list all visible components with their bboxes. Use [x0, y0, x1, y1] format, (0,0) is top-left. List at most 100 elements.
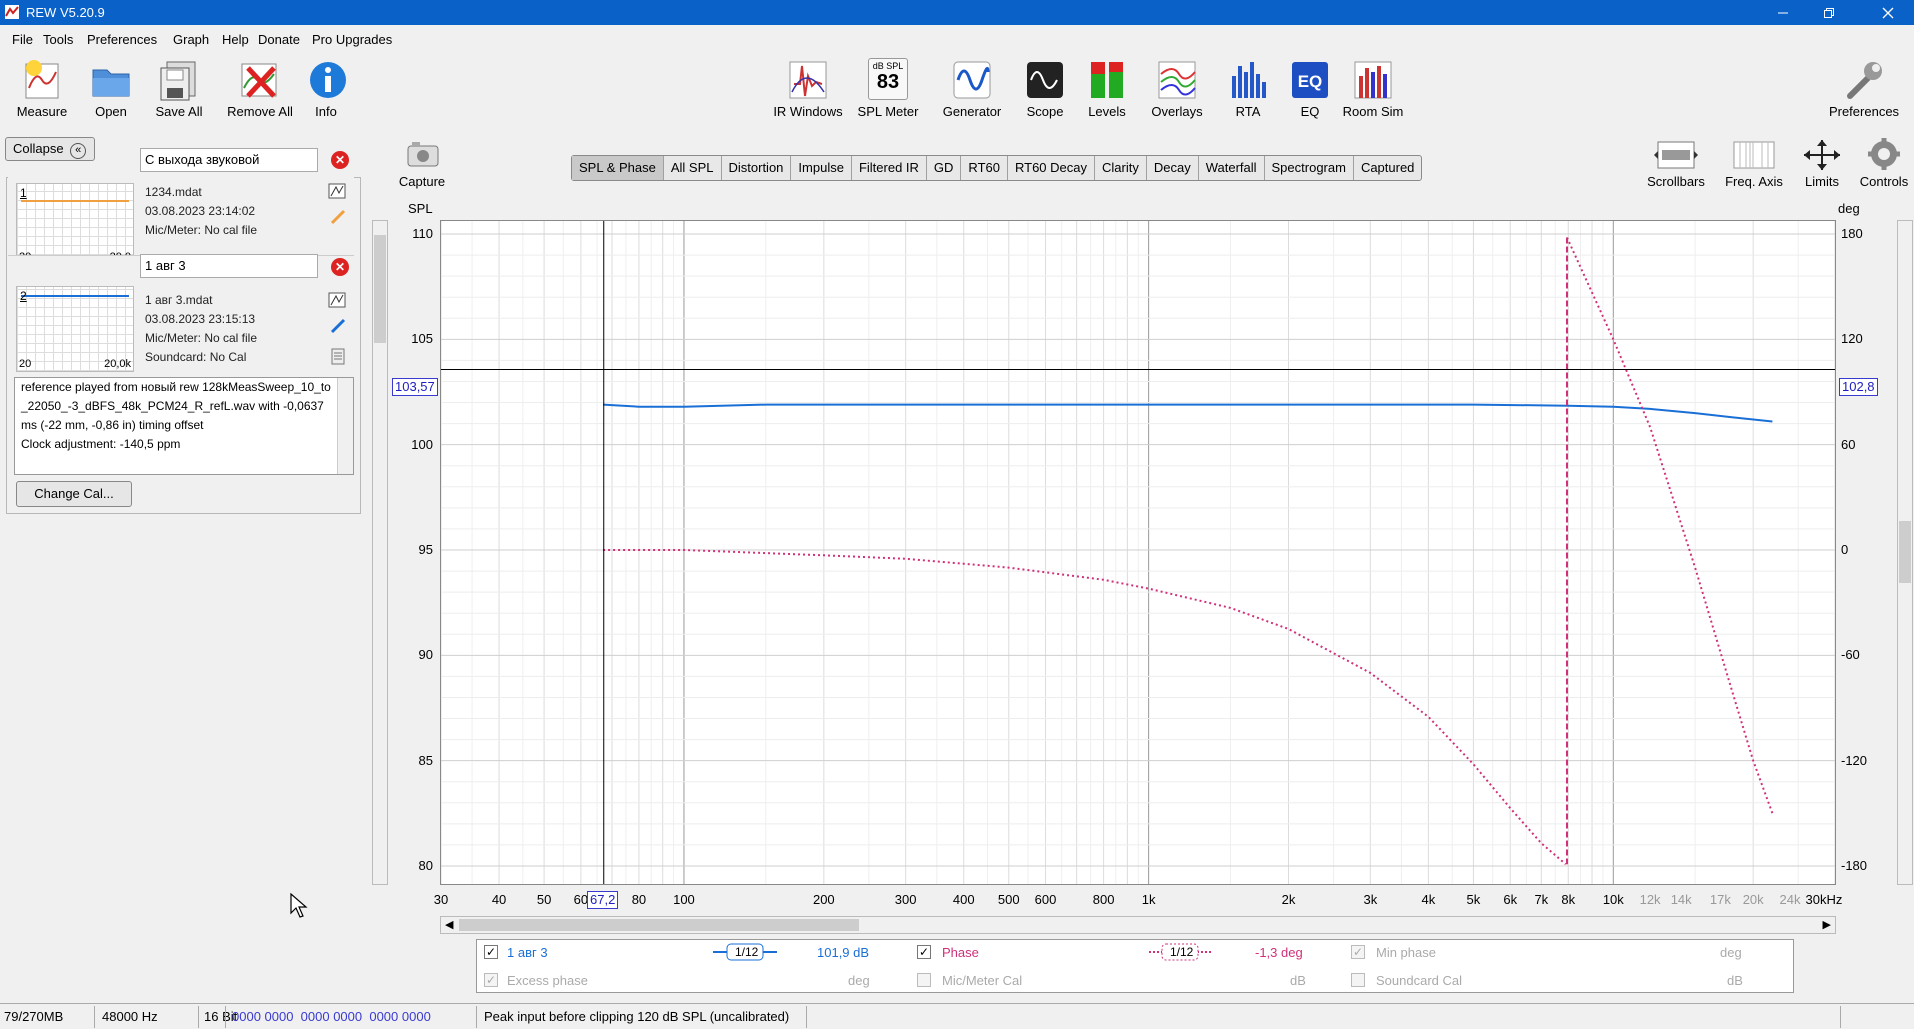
status-input-levels: 0000 0000 0000 0000 0000 0000	[232, 1009, 431, 1024]
spl-phase-graph[interactable]	[440, 191, 1836, 885]
rta-button[interactable]: RTA	[1226, 58, 1270, 119]
menu-help[interactable]: Help	[222, 32, 249, 47]
measurement-color-pen-icon-1[interactable]	[330, 209, 346, 225]
horizontal-scroll-thumb[interactable]	[459, 919, 859, 931]
measurement-info-icon-2[interactable]	[328, 291, 346, 309]
right-scroll-thumb[interactable]	[1899, 521, 1911, 583]
remove-all-button[interactable]: Remove All	[222, 58, 298, 119]
measurement-date-1: 03.08.2023 23:14:02	[145, 204, 256, 218]
tab-impulse[interactable]: Impulse	[791, 156, 852, 180]
measurement-name-field-2[interactable]: 1 авг 3	[140, 254, 318, 278]
freq-axis-button[interactable]: Freq. Axis	[1720, 138, 1788, 189]
y-right-tick-label: -60	[1841, 647, 1860, 663]
legend-excess-phase-unit: deg	[848, 973, 870, 988]
legend-phase-smoothing[interactable]: 1/12	[1170, 945, 1193, 959]
restore-button[interactable]	[1806, 0, 1852, 25]
legend-check-soundcard-cal[interactable]	[1351, 973, 1365, 987]
legend-check-series[interactable]: ✓	[484, 945, 498, 959]
horizontal-scrollbar[interactable]: ◀ ▶	[440, 916, 1836, 934]
x-tick-label: 40	[491, 892, 507, 907]
collapse-button[interactable]: Collapse «	[5, 137, 95, 161]
close-window-button[interactable]	[1865, 0, 1911, 25]
legend-series-smoothing[interactable]: 1/12	[735, 945, 758, 959]
tab-waterfall[interactable]: Waterfall	[1199, 156, 1265, 180]
left-scroll-thumb[interactable]	[374, 235, 386, 343]
legend-series-label: 1 авг 3	[507, 945, 548, 960]
x-tick-label: 20k	[1742, 892, 1764, 907]
generator-icon	[953, 61, 991, 99]
thumbnail-trace-2	[21, 295, 129, 297]
controls-button[interactable]: Controls	[1856, 138, 1912, 189]
legend-series-value: 101,9 dB	[817, 945, 870, 960]
limits-button[interactable]: Limits	[1796, 138, 1848, 189]
overlays-icon	[1158, 61, 1196, 99]
legend-check-excess-phase[interactable]: ✓	[484, 973, 498, 987]
tab-rt60-decay[interactable]: RT60 Decay	[1008, 156, 1095, 180]
right-vertical-scrollbar[interactable]	[1897, 220, 1913, 885]
menu-donate[interactable]: Donate	[258, 32, 300, 47]
measurement-mic-2: Mic/Meter: No cal file	[145, 331, 258, 345]
menu-graph[interactable]: Graph	[173, 32, 209, 47]
change-cal-button[interactable]: Change Cal...	[16, 481, 132, 507]
x-tick-label: 1k	[1141, 892, 1156, 907]
tab-spectrogram[interactable]: Spectrogram	[1265, 156, 1354, 180]
x-tick-label: 50	[536, 892, 552, 907]
tab-spl-phase[interactable]: SPL & Phase	[572, 156, 664, 180]
spl-meter-icon: dB SPL 83	[868, 58, 908, 100]
tab-rt60[interactable]: RT60	[961, 156, 1008, 180]
legend-mic-cal-label: Mic/Meter Cal	[942, 973, 1023, 988]
plot-area[interactable]	[440, 191, 1836, 884]
levels-button[interactable]: Levels	[1084, 58, 1130, 119]
capture-button[interactable]: Capture	[396, 138, 448, 189]
eq-button[interactable]: EQ EQ	[1288, 58, 1332, 119]
y-left-tick-label: 100	[411, 436, 433, 452]
tab-all-spl[interactable]: All SPL	[664, 156, 722, 180]
menu-pro-upgrades[interactable]: Pro Upgrades	[312, 32, 392, 47]
notes-scrollbar[interactable]	[337, 378, 353, 474]
save-all-button[interactable]: Save All	[150, 58, 208, 119]
rta-icon	[1232, 62, 1266, 98]
scroll-left-icon[interactable]: ◀	[445, 918, 453, 931]
x-tick-label: 60	[573, 892, 589, 907]
overlays-button[interactable]: Overlays	[1146, 58, 1208, 119]
menu-file[interactable]: File	[12, 32, 33, 47]
preferences-button[interactable]: Preferences	[1824, 58, 1904, 119]
scrollbars-button[interactable]: Scrollbars	[1644, 138, 1708, 189]
y-left-tick-label: 110	[412, 226, 433, 241]
x-tick-label: 200	[812, 892, 835, 907]
measurement-info-icon-1[interactable]	[328, 182, 346, 200]
measurement-date-2: 03.08.2023 23:15:13	[145, 312, 256, 326]
tab-distortion[interactable]: Distortion	[722, 156, 792, 180]
tab-decay[interactable]: Decay	[1147, 156, 1199, 180]
measurement-color-pen-icon-2[interactable]	[330, 318, 346, 334]
remove-measurement-1-button[interactable]: ✕	[331, 151, 349, 169]
left-vertical-scrollbar[interactable]	[372, 220, 388, 885]
measure-button[interactable]: Measure	[10, 58, 74, 119]
room-sim-button[interactable]: Room Sim	[1340, 58, 1406, 119]
generator-button[interactable]: Generator	[938, 58, 1006, 119]
tab-captured[interactable]: Captured	[1354, 156, 1421, 180]
spl-meter-button[interactable]: dB SPL 83 SPL Meter	[856, 58, 920, 119]
measurement-thumbnail-1[interactable]: 1 20 20,0	[16, 183, 134, 265]
legend-check-min-phase[interactable]: ✓	[1351, 945, 1365, 959]
ir-windows-button[interactable]: IR Windows	[771, 58, 845, 119]
legend-check-phase[interactable]: ✓	[917, 945, 931, 959]
measurement-name-field-1[interactable]: С выхода звуковой	[140, 148, 318, 172]
measurement-thumbnail-2[interactable]: 2 20 20,0k	[16, 286, 134, 372]
measurement-notes[interactable]: reference played from новый rew 128kMeas…	[14, 377, 354, 475]
tab-clarity[interactable]: Clarity	[1095, 156, 1147, 180]
open-button[interactable]: Open	[86, 58, 136, 119]
tab-filtered-ir[interactable]: Filtered IR	[852, 156, 927, 180]
menu-preferences[interactable]: Preferences	[87, 32, 157, 47]
x-tick-label: 24k	[1779, 892, 1801, 907]
remove-measurement-2-button[interactable]: ✕	[331, 258, 349, 276]
minimize-button[interactable]	[1760, 0, 1806, 25]
tab-gd[interactable]: GD	[927, 156, 962, 180]
scroll-right-icon[interactable]: ▶	[1823, 918, 1831, 931]
measurement-notes-icon-2[interactable]	[330, 348, 346, 366]
info-button[interactable]: Info	[308, 58, 346, 119]
menu-tools[interactable]: Tools	[43, 32, 73, 47]
scope-button[interactable]: Scope	[1022, 58, 1068, 119]
legend-check-mic-cal[interactable]	[917, 973, 931, 987]
measurement-soundcard-2: Soundcard: No Cal	[145, 350, 247, 364]
